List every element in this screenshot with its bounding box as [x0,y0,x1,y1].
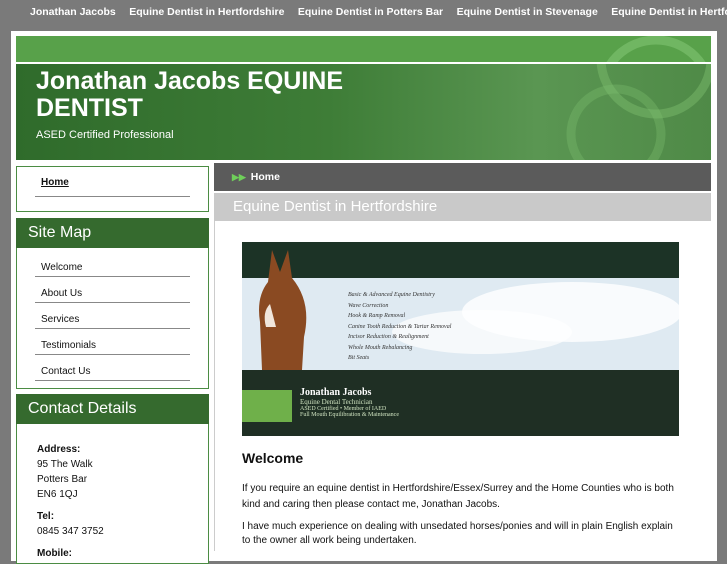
topnav-link-potters-bar[interactable]: Equine Dentist in Potters Bar [298,6,443,18]
tel-number: 0845 347 3752 [37,526,104,537]
breadcrumb-home[interactable]: Home [251,171,280,183]
address-line-1: 95 The Walk [37,459,93,470]
decorative-rings-top [606,36,706,62]
sitemap-box: Welcome About Us Services Testimonials C… [16,248,209,389]
sitemap-heading: Site Map [16,218,209,248]
header-banner: Jonathan Jacobs EQUINE DENTIST ASED Cert… [16,64,711,160]
welcome-heading: Welcome [242,450,304,466]
topnav-link-jonathan-jacobs[interactable]: Jonathan Jacobs [30,6,116,18]
page-subtitle: Equine Dentist in Hertfordshire [214,193,711,221]
intro-paragraph: If you require an equine dentist in Hert… [242,483,674,510]
tel-label: Tel: [37,511,55,522]
sidebar-home-link[interactable]: Home [35,177,190,197]
sitemap-item-contact-us[interactable]: Contact Us [35,366,190,381]
top-navigation: Jonathan Jacobs Equine Dentist in Hertfo… [0,0,727,24]
mobile-label: Mobile: [37,548,72,559]
hero-caption: Jonathan Jacobs Equine Dental Technician… [300,387,399,418]
topnav-link-hertford[interactable]: Equine Dentist in Hertford [611,6,727,18]
topnav-link-hertfordshire[interactable]: Equine Dentist in Hertfordshire [129,6,284,18]
hero-banner-image: Basic & Advanced Equine Dentistry Wave C… [242,242,679,436]
contact-heading: Contact Details [16,394,209,424]
sitemap-item-services[interactable]: Services [35,314,190,329]
home-box: Home [16,166,209,212]
topnav-link-stevenage[interactable]: Equine Dentist in Stevenage [457,6,598,18]
double-arrow-icon: ▶▶ [232,172,246,182]
sitemap-item-welcome[interactable]: Welcome [35,262,190,277]
hero-services-list: Basic & Advanced Equine Dentistry Wave C… [348,292,452,361]
breadcrumb: ▶▶ Home [214,163,711,191]
site-tagline: ASED Certified Professional [36,129,174,141]
address-line-2: Potters Bar [37,474,88,485]
sitemap-item-about-us[interactable]: About Us [35,288,190,303]
site-title: Jonathan Jacobs EQUINE DENTIST [36,67,344,122]
address-line-3: EN6 1QJ [37,489,78,500]
contact-box: Address: 95 The Walk Potters Bar EN6 1QJ… [16,424,209,564]
sitemap-item-testimonials[interactable]: Testimonials [35,340,190,355]
address-label: Address: [37,444,81,455]
experience-paragraph: I have much experience on dealing with u… [242,521,673,546]
